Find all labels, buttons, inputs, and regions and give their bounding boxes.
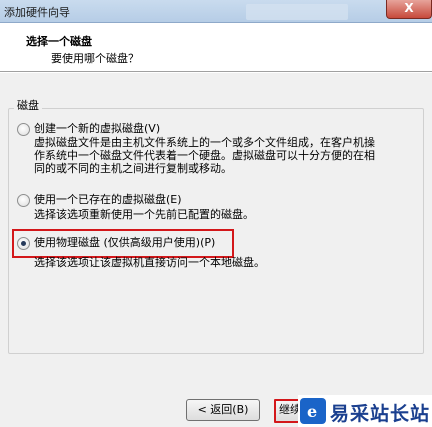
title-bar-blur [246, 4, 348, 20]
close-button[interactable]: X [386, 0, 432, 19]
desc-line: 选择该选项重新使用一个先前已配置的磁盘。 [34, 208, 254, 221]
window-title: 添加硬件向导 [4, 6, 70, 19]
title-bar: 添加硬件向导 X [0, 0, 432, 23]
logo-letter: e [307, 402, 318, 421]
option-use-existing-disk-label[interactable]: 使用一个已存在的虚拟磁盘(E) [34, 191, 182, 207]
option-use-physical-disk-desc: 选择该选项让该虚拟机直接访问一个本地磁盘。 [34, 256, 265, 269]
option-create-new-disk-label[interactable]: 创建一个新的虚拟磁盘(V) [34, 120, 160, 136]
desc-line: 作系统中一个磁盘文件代表着一个硬盘。虚拟磁盘可以十分方便的在相 [34, 149, 375, 162]
radio-use-existing-disk[interactable] [17, 194, 30, 207]
desc-line: 选择该选项让该虚拟机直接访问一个本地磁盘。 [34, 256, 265, 269]
page-title: 选择一个磁盘 [26, 35, 92, 48]
desc-line: 同的或不同的主机之间进行复制或移动。 [34, 162, 232, 175]
option-use-physical-disk-label[interactable]: 使用物理磁盘 (仅供高级用户使用)(P) [34, 234, 215, 250]
wizard-header: 选择一个磁盘 要使用哪个磁盘？ [0, 23, 432, 72]
site-logo-icon: e [300, 398, 326, 424]
radio-create-new-disk[interactable] [17, 123, 30, 136]
groupbox-legend: 磁盘 [14, 97, 42, 113]
option-use-existing-disk-desc: 选择该选项重新使用一个先前已配置的磁盘。 [34, 208, 254, 221]
watermark-text: 易采站长站 [330, 403, 431, 425]
watermark: e 易采站长站 [298, 395, 432, 427]
back-button[interactable]: < 返回(B) [186, 399, 260, 421]
option-create-new-disk-desc: 虚拟磁盘文件是由主机文件系统上的一个或多个文件组成，在客户机操 作系统中一个磁盘… [34, 136, 375, 175]
wizard-body: 磁盘 创建一个新的虚拟磁盘(V) 虚拟磁盘文件是由主机文件系统上的一个或多个文件… [0, 73, 432, 427]
radio-use-physical-disk[interactable] [17, 237, 30, 250]
page-subtitle: 要使用哪个磁盘？ [51, 52, 139, 65]
desc-line: 虚拟磁盘文件是由主机文件系统上的一个或多个文件组成，在客户机操 [34, 136, 375, 149]
